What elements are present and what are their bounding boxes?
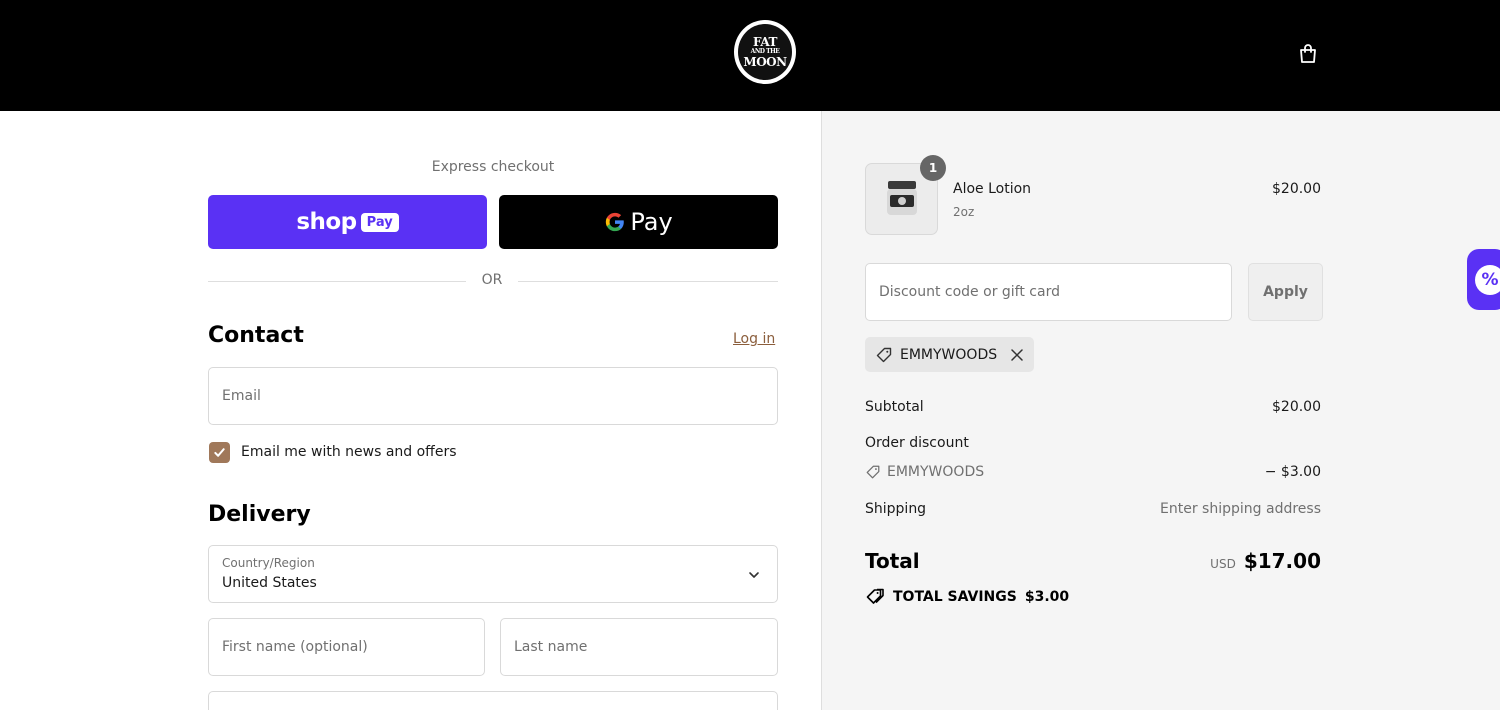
first-name-placeholder: First name (optional) (222, 639, 368, 655)
google-g-icon (606, 212, 625, 232)
country-region-select[interactable]: Country/Region United States (208, 545, 778, 603)
order-discount-code: EMMYWOODS (865, 464, 984, 480)
logo-text-line1: FAT (753, 35, 777, 49)
email-placeholder: Email (222, 388, 261, 404)
total-currency: USD (1210, 557, 1236, 571)
order-summary-panel: 1 Aloe Lotion 2oz $20.00 Discount code o… (821, 111, 1500, 710)
divider-right (518, 281, 778, 282)
apply-discount-button[interactable]: Apply (1248, 263, 1323, 321)
order-discount-label: Order discount (865, 435, 969, 451)
express-checkout-label: Express checkout (431, 159, 555, 175)
discount-code-placeholder: Discount code or gift card (879, 284, 1060, 300)
last-name-placeholder: Last name (514, 639, 588, 655)
country-region-value: United States (222, 575, 317, 591)
subtotal-value: $20.00 (1272, 399, 1321, 415)
product-jar-image (886, 181, 917, 215)
order-discount-value: − $3.00 (1264, 464, 1321, 480)
applied-discount-tag: EMMYWOODS (865, 337, 1035, 372)
discount-code-input[interactable]: Discount code or gift card (865, 263, 1232, 321)
site-header: FAT AND THE MOON (0, 0, 1500, 111)
order-discount-code-text: EMMYWOODS (887, 464, 985, 480)
close-icon (1011, 348, 1023, 361)
address-field[interactable] (208, 691, 778, 710)
newsletter-label: Email me with news and offers (241, 444, 457, 460)
percent-badge-icon: % (1475, 264, 1500, 295)
total-label: Total (865, 549, 920, 573)
brand-logo[interactable]: FAT AND THE MOON (734, 20, 796, 84)
google-pay-button[interactable]: Pay (499, 195, 778, 249)
total-amount: $17.00 (1243, 549, 1321, 573)
tag-icon (866, 465, 880, 479)
cart-button[interactable] (1294, 40, 1322, 68)
tag-icon (876, 347, 892, 362)
logo-text-line3: MOON (743, 55, 787, 69)
total-savings-label: TOTAL SAVINGS (893, 589, 1017, 605)
google-pay-label: Pay (630, 208, 673, 236)
savings-tag-icon (866, 588, 884, 604)
shop-pay-wordmark: shop (296, 209, 357, 235)
first-name-field[interactable]: First name (optional) (208, 618, 485, 676)
total-savings-value: $3.00 (1024, 589, 1070, 605)
shop-pay-button[interactable]: shop Pay (208, 195, 487, 249)
shipping-value: Enter shipping address (1160, 501, 1321, 517)
delivery-heading: Delivery (208, 502, 311, 527)
product-name: Aloe Lotion (953, 181, 1032, 197)
logo-mark: FAT AND THE MOON (738, 24, 792, 80)
newsletter-checkbox[interactable] (209, 442, 230, 463)
product-variant: 2oz (953, 205, 975, 219)
floating-discount-widget[interactable]: % (1467, 249, 1500, 310)
country-region-label: Country/Region (222, 556, 315, 570)
total-savings: TOTAL SAVINGS $3.00 (865, 588, 1069, 606)
remove-discount-button[interactable] (1010, 348, 1024, 362)
log-in-link[interactable]: Log in (733, 331, 775, 347)
last-name-field[interactable]: Last name (500, 618, 778, 676)
checkout-form-panel: Express checkout shop Pay Pay OR Contact… (0, 111, 821, 710)
subtotal-label: Subtotal (865, 399, 924, 415)
contact-heading: Contact (208, 323, 304, 348)
applied-discount-code: EMMYWOODS (900, 346, 998, 363)
quantity-badge: 1 (920, 155, 946, 181)
email-field[interactable]: Email (208, 367, 778, 425)
chevron-down-icon (749, 572, 759, 578)
checkmark-icon (214, 448, 225, 457)
shop-pay-badge: Pay (360, 212, 399, 232)
or-divider-text: OR (481, 272, 503, 288)
product-price: $20.00 (1272, 181, 1321, 197)
shipping-label: Shipping (865, 501, 927, 517)
shopping-bag-icon (1300, 44, 1316, 63)
total-value: USD $17.00 (1210, 549, 1321, 573)
divider-left (208, 281, 466, 282)
